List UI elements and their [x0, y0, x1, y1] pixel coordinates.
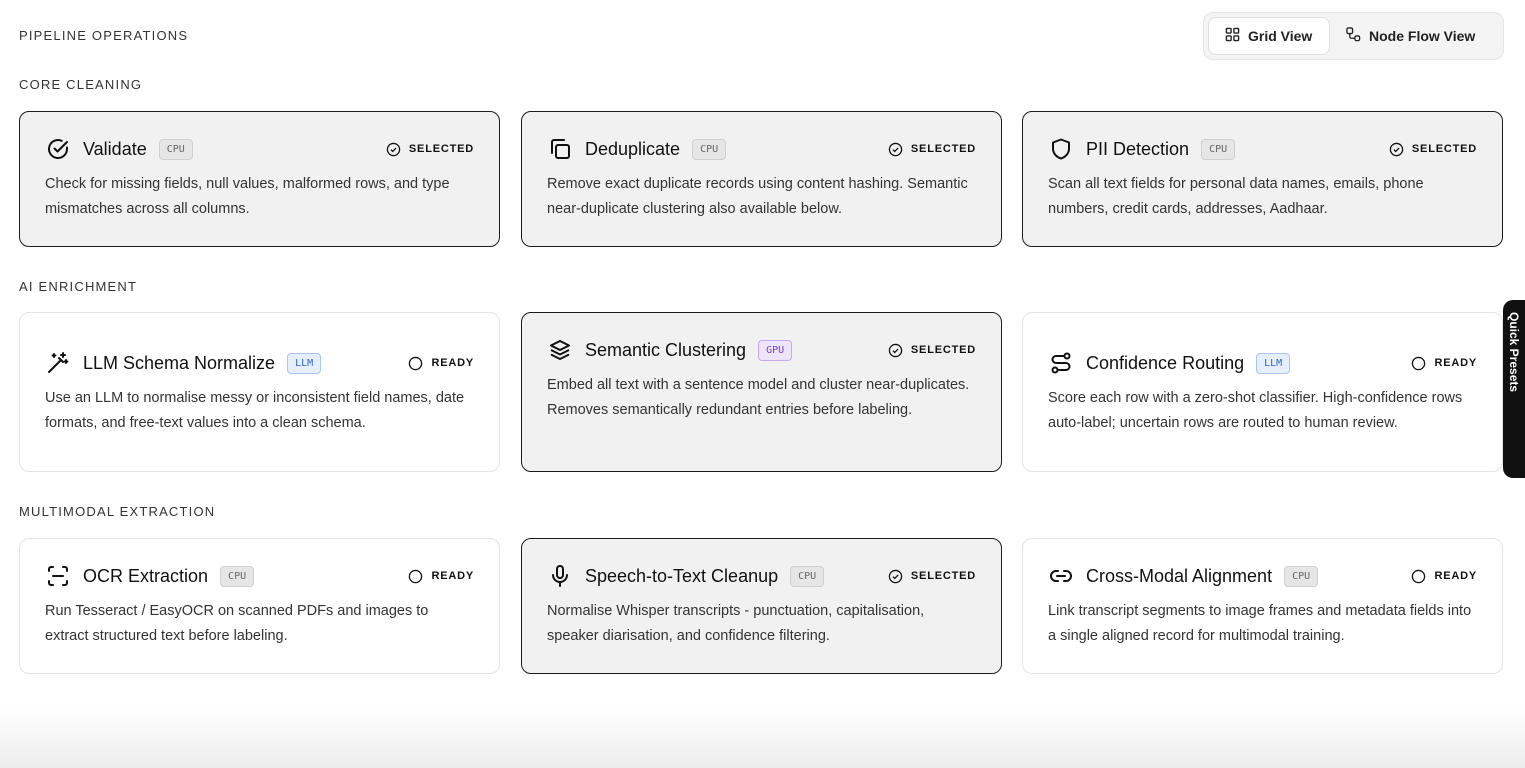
grid-view-label: Grid View — [1248, 28, 1313, 44]
card-title: LLM Schema Normalize — [83, 352, 276, 373]
operation-card-deduplicate[interactable]: Deduplicate CPU SELECTED Remove exact du… — [521, 111, 1002, 247]
status-indicator: SELECTED — [888, 569, 976, 584]
quick-presets-label: Quick Presets — [1507, 312, 1521, 393]
card-description: Normalise Whisper transcripts - punctuat… — [547, 603, 925, 644]
status-label: READY — [1434, 357, 1477, 369]
card-description: Scan all text fields for personal data n… — [1048, 176, 1424, 217]
grid-icon — [1225, 27, 1240, 45]
check-circle-icon — [888, 569, 903, 583]
check-circle-icon — [1389, 142, 1404, 156]
quick-presets-tab[interactable]: Quick Presets — [1503, 300, 1525, 478]
status-indicator: SELECTED — [1389, 142, 1477, 157]
check-circle-icon — [386, 142, 401, 156]
empty-circle-icon — [409, 569, 423, 583]
status-label: READY — [431, 357, 474, 369]
node-flow-view-label: Node Flow View — [1369, 28, 1476, 44]
operation-card-cross-modal-alignment[interactable]: Cross-Modal Alignment CPU READY Link tra… — [1022, 538, 1503, 674]
card-title: Confidence Routing — [1086, 352, 1245, 373]
card-title: PII Detection — [1086, 138, 1190, 159]
status-indicator: READY — [1411, 569, 1477, 584]
operation-card-pii-detection[interactable]: PII Detection CPU SELECTED Scan all text… — [1022, 111, 1503, 247]
compute-badge: LLM — [287, 352, 322, 374]
status-indicator: SELECTED — [888, 343, 976, 358]
microphone-icon — [547, 563, 573, 589]
card-title: Validate — [83, 138, 147, 159]
compute-badge: CPU — [1201, 138, 1236, 160]
card-description: Link transcript segments to image frames… — [1048, 603, 1472, 644]
node-flow-icon — [1346, 27, 1361, 45]
status-indicator: SELECTED — [386, 142, 474, 157]
card-title: Semantic Clustering — [585, 339, 747, 360]
link-icon — [1048, 563, 1074, 589]
page-title: PIPELINE OPERATIONS — [19, 28, 189, 43]
operation-card-confidence-routing[interactable]: Confidence Routing LLM READY Score each … — [1022, 312, 1503, 472]
check-circle-icon — [888, 343, 903, 357]
card-description: Score each row with a zero-shot classifi… — [1048, 390, 1463, 431]
section-title-ai-enrichment: AI ENRICHMENT — [19, 279, 138, 294]
card-title: Deduplicate — [585, 138, 681, 159]
status-label: READY — [1434, 570, 1477, 582]
operation-card-ocr-extraction[interactable]: OCR Extraction CPU READY Run Tesseract /… — [19, 538, 500, 674]
card-title: Cross-Modal Alignment — [1086, 565, 1273, 586]
operation-card-speech-to-text-cleanup[interactable]: Speech-to-Text Cleanup CPU SELECTED Norm… — [521, 538, 1002, 674]
operation-card-validate[interactable]: Validate CPU SELECTED Check for missing … — [19, 111, 500, 247]
node-flow-view-button[interactable]: Node Flow View — [1330, 17, 1491, 55]
compute-badge: CPU — [158, 138, 193, 160]
compute-badge: LLM — [1256, 352, 1291, 374]
card-title: OCR Extraction — [83, 565, 209, 586]
card-description: Embed all text with a sentence model and… — [547, 377, 970, 418]
route-icon — [1048, 350, 1074, 376]
grid-view-button[interactable]: Grid View — [1208, 17, 1330, 55]
empty-circle-icon — [1412, 569, 1426, 583]
card-title: Speech-to-Text Cleanup — [585, 565, 779, 586]
scan-icon — [45, 563, 71, 589]
status-label: SELECTED — [1411, 143, 1477, 155]
empty-circle-icon — [1412, 356, 1426, 370]
layers-icon — [547, 337, 573, 363]
status-indicator: READY — [408, 569, 474, 584]
compute-badge: GPU — [758, 339, 793, 361]
status-indicator: READY — [408, 356, 474, 371]
status-label: SELECTED — [408, 143, 474, 155]
compute-badge: CPU — [1284, 565, 1319, 587]
shield-icon — [1048, 136, 1074, 162]
operation-card-semantic-clustering[interactable]: Semantic Clustering GPU SELECTED Embed a… — [521, 312, 1002, 472]
status-indicator: READY — [1411, 356, 1477, 371]
check-circle-icon — [45, 136, 71, 162]
status-label: SELECTED — [910, 344, 976, 356]
empty-circle-icon — [409, 356, 423, 370]
compute-badge: CPU — [790, 565, 825, 587]
copy-icon — [547, 136, 573, 162]
status-indicator: SELECTED — [888, 142, 976, 157]
card-description: Use an LLM to normalise messy or inconsi… — [45, 390, 465, 431]
section-title-multimodal-extraction: MULTIMODAL EXTRACTION — [19, 504, 216, 519]
operation-card-llm-schema-normalize[interactable]: LLM Schema Normalize LLM READY Use an LL… — [19, 312, 500, 472]
section-title-core-cleaning: CORE CLEANING — [19, 77, 143, 92]
compute-badge: CPU — [220, 565, 255, 587]
compute-badge: CPU — [692, 138, 727, 160]
card-description: Check for missing fields, null values, m… — [45, 176, 450, 217]
card-description: Run Tesseract / EasyOCR on scanned PDFs … — [45, 603, 429, 644]
card-description: Remove exact duplicate records using con… — [547, 176, 968, 217]
view-toggle: Grid View Node Flow View — [1203, 12, 1504, 60]
magic-wand-icon — [45, 350, 71, 376]
status-label: READY — [431, 570, 474, 582]
status-label: SELECTED — [910, 143, 976, 155]
bottom-fade — [0, 708, 1525, 768]
check-circle-icon — [888, 142, 903, 156]
status-label: SELECTED — [910, 570, 976, 582]
